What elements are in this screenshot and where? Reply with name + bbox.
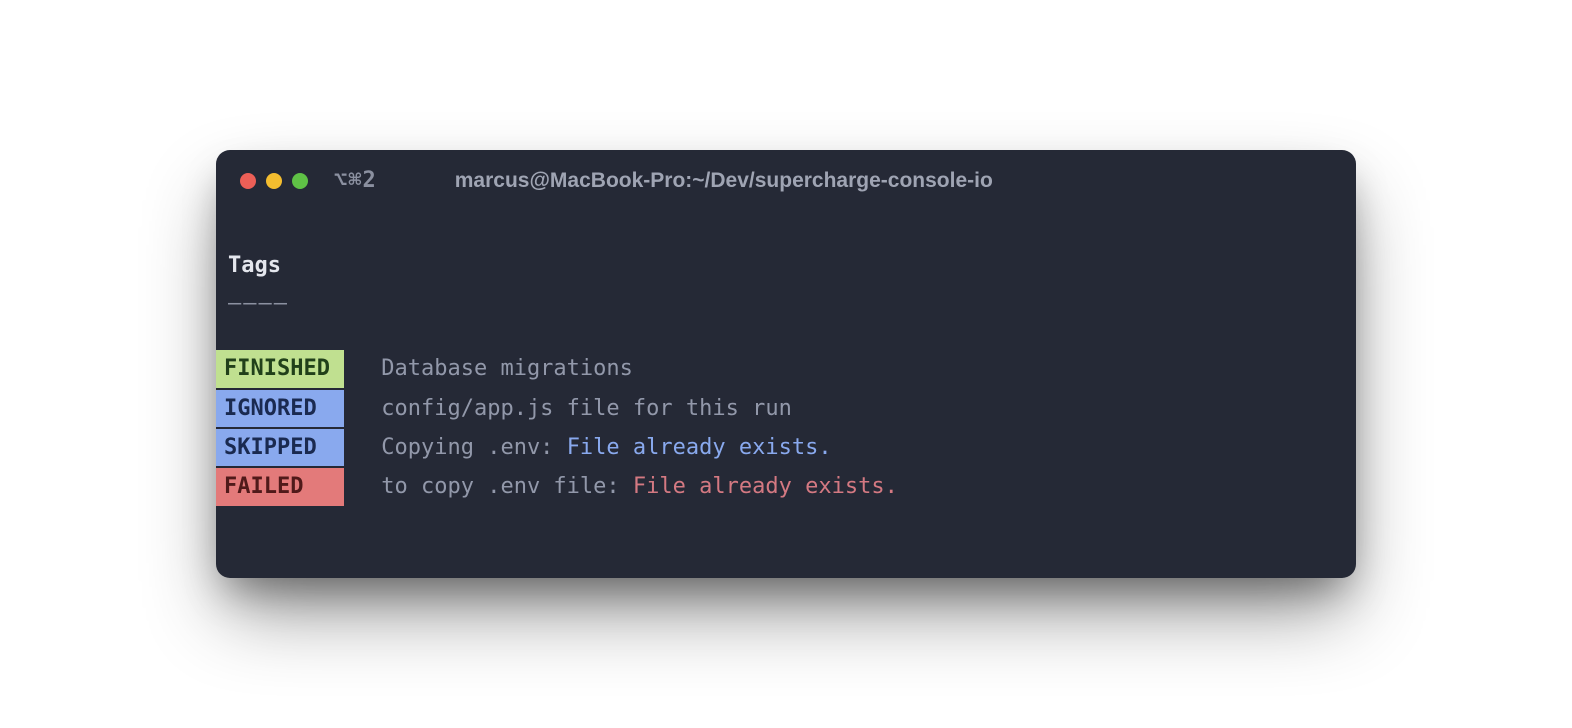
- log-message: Database migrations: [368, 350, 633, 387]
- status-tag: FAILED: [216, 468, 344, 505]
- window-title: marcus@MacBook-Pro:~/Dev/supercharge-con…: [455, 169, 993, 193]
- status-tag: SKIPPED: [216, 429, 344, 466]
- window-titlebar: ⌥⌘2 marcus@MacBook-Pro:~/Dev/supercharge…: [216, 150, 1356, 207]
- log-message-text: Database migrations: [368, 356, 633, 381]
- close-icon[interactable]: [240, 173, 256, 189]
- log-line: SKIPPED Copying .env: File already exist…: [216, 429, 1356, 466]
- log-message: Copying .env: File already exists.: [368, 429, 832, 466]
- log-message-text: to copy .env file:: [368, 474, 633, 499]
- terminal-output[interactable]: Tags ———— FINISHED Database migrationsIG…: [216, 207, 1356, 577]
- log-message-text: config/app.js file for this run: [368, 396, 792, 421]
- log-message: config/app.js file for this run: [368, 390, 792, 427]
- status-tag: IGNORED: [216, 390, 344, 427]
- tab-shortcut: ⌥⌘2: [334, 168, 377, 193]
- zoom-icon[interactable]: [292, 173, 308, 189]
- minimize-icon[interactable]: [266, 173, 282, 189]
- log-line: FINISHED Database migrations: [216, 350, 1356, 387]
- log-message-text: Copying .env:: [368, 435, 567, 460]
- section-underline: ————: [216, 285, 1356, 322]
- log-message-highlight: File already exists.: [633, 474, 898, 499]
- section-heading: Tags: [216, 247, 1356, 284]
- status-tag: FINISHED: [216, 350, 344, 387]
- traffic-lights: [240, 173, 308, 189]
- log-line: IGNORED config/app.js file for this run: [216, 390, 1356, 427]
- log-line: FAILED to copy .env file: File already e…: [216, 468, 1356, 505]
- log-message-highlight: File already exists.: [567, 435, 832, 460]
- log-message: to copy .env file: File already exists.: [368, 468, 898, 505]
- terminal-window: ⌥⌘2 marcus@MacBook-Pro:~/Dev/supercharge…: [216, 150, 1356, 577]
